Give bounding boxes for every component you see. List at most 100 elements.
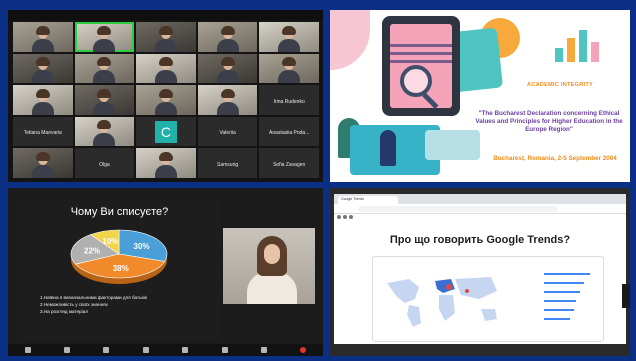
mic-icon[interactable] [24, 347, 31, 353]
participant-hair [158, 25, 173, 35]
participant-grid: Irina Rudenko Tetiana Maevaria C Valeriia An… [13, 22, 319, 178]
participant-tile[interactable]: Anastasiia Poda... [259, 116, 319, 147]
participant-tile[interactable]: Samsung [197, 148, 258, 178]
participant-tile[interactable] [13, 53, 73, 84]
participant-hair [220, 88, 235, 98]
participant-name-center: Sofia Zavagen [273, 161, 306, 168]
participant-avatar: C [154, 120, 177, 143]
ranking-row [518, 278, 598, 287]
participant-video [91, 88, 117, 115]
participant-hair [35, 57, 50, 67]
reload-icon[interactable] [349, 215, 353, 219]
participant-video [91, 120, 117, 147]
participant-tile[interactable] [197, 53, 258, 84]
person-illustration [380, 130, 396, 166]
reactions-icon[interactable] [260, 347, 267, 353]
participant-body [31, 165, 54, 178]
participant-video [215, 25, 241, 52]
participant-tile[interactable] [13, 22, 73, 52]
trends-card [372, 256, 604, 342]
participant-tile[interactable] [136, 53, 196, 84]
participant-hair [220, 57, 235, 67]
participant-tile[interactable] [74, 116, 135, 147]
magnifier-icon [400, 65, 432, 97]
ranking-bar [544, 299, 576, 302]
participant-tile[interactable] [259, 22, 319, 52]
participant-video [276, 25, 302, 52]
map-region [435, 279, 455, 293]
participant-video [30, 88, 56, 115]
ranking-row [518, 314, 598, 323]
leave-meeting-icon[interactable] [300, 347, 307, 353]
participant-body [93, 38, 116, 52]
participant-tile[interactable] [259, 53, 319, 84]
participant-hair [35, 152, 50, 161]
participant-body [93, 133, 116, 147]
participant-hair [282, 57, 297, 67]
speaker-body [247, 272, 297, 304]
participant-tile[interactable]: C [136, 116, 196, 147]
participant-video [153, 88, 179, 115]
participant-name-center: Irina Rudenko [273, 98, 305, 105]
record-icon[interactable] [221, 347, 228, 353]
survey-answer: 3.На розгляд матеріал [40, 309, 88, 314]
participant-tile[interactable] [74, 22, 135, 52]
participant-body [93, 101, 116, 115]
participant-body [154, 165, 177, 178]
survey-answer: 2.Неможливість у своїх знаннях [40, 302, 108, 307]
pie-slice-label: 10% [102, 237, 118, 246]
browser-tab[interactable]: Google Trends [338, 196, 398, 204]
map-highlight [446, 284, 452, 290]
shared-slide-survey: Чому Ви списуєте? 30% 38% 22% 10% 1.Наївна … [8, 188, 323, 356]
share-screen-icon[interactable] [182, 347, 189, 353]
participant-video [30, 25, 56, 52]
ranking-bar [544, 308, 574, 311]
participant-tile[interactable]: Olga [74, 148, 135, 178]
speaker-figure [247, 236, 297, 304]
tablet-line [390, 60, 452, 63]
participant-tile[interactable] [74, 53, 135, 84]
participant-name-center: Valeriia [219, 130, 236, 137]
participant-tile[interactable] [74, 85, 135, 115]
ranking-row [518, 287, 598, 296]
participant-tile[interactable] [13, 148, 73, 178]
slide-kicker: ACADEMIC INTEGRITY [527, 82, 593, 88]
address-bar[interactable] [358, 206, 558, 212]
back-icon[interactable] [337, 215, 341, 219]
participant-body [154, 38, 177, 52]
map-region [387, 279, 419, 303]
survey-answer: 1.Наївна я визначальними факторами для б… [40, 295, 147, 300]
decorative-bar [555, 48, 563, 62]
side-video-thumbnail[interactable] [622, 284, 630, 308]
participant-tile[interactable]: Tetiana Maevaria [13, 116, 73, 147]
participant-tile[interactable]: Valeriia [197, 116, 258, 147]
chat-icon[interactable] [142, 347, 149, 353]
camera-icon[interactable] [64, 347, 71, 353]
participant-video [153, 152, 179, 178]
participant-tile[interactable] [13, 85, 73, 115]
pie-chart: 30% 38% 22%10% [70, 229, 168, 284]
participant-hair [97, 25, 112, 35]
participant-video [153, 25, 179, 52]
forward-icon[interactable] [343, 215, 347, 219]
participant-tile[interactable] [136, 85, 196, 115]
participant-body [278, 38, 301, 52]
participant-video [30, 57, 56, 84]
map-region [407, 305, 421, 327]
participant-tile[interactable]: Sofia Zavagen [259, 148, 319, 178]
world-map [387, 277, 497, 327]
participant-tile[interactable]: Irina Rudenko [259, 85, 319, 115]
participants-icon[interactable] [103, 347, 110, 353]
participant-hair [97, 88, 112, 98]
participant-hair [158, 57, 173, 67]
participant-tile[interactable] [136, 22, 196, 52]
video-gallery-panel: Irina Rudenko Tetiana Maevaria C Valeriia An… [8, 10, 323, 182]
participant-tile[interactable] [197, 85, 258, 115]
participant-body [154, 101, 177, 115]
speaker-video[interactable] [223, 228, 315, 304]
ranking-bar [544, 281, 584, 284]
participant-name-center: Anastasiia Poda... [269, 130, 310, 137]
participant-tile[interactable] [197, 22, 258, 52]
participant-tile[interactable] [136, 148, 196, 178]
book-illustration [425, 130, 480, 160]
